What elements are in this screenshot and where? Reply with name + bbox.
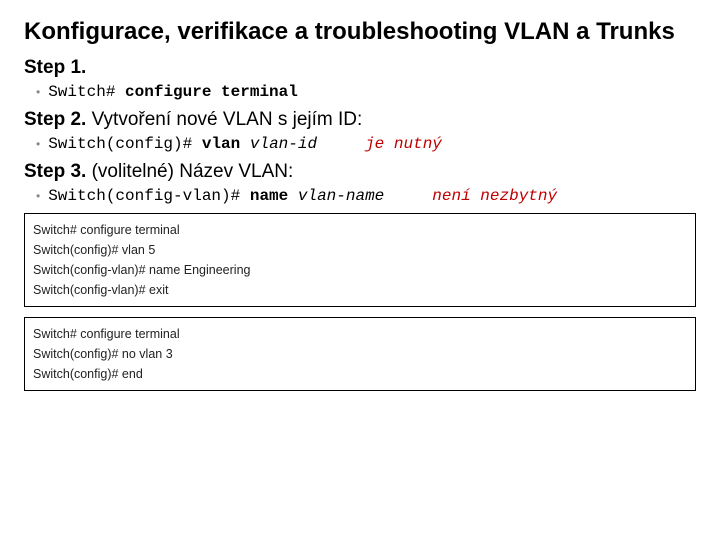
step-1-command-row: • Switch# configure terminal bbox=[36, 83, 696, 101]
step-1-label: Step 1. bbox=[24, 57, 86, 78]
example-box-2: Switch# configure terminal Switch(config… bbox=[24, 317, 696, 391]
cmd3-cmd: name bbox=[250, 187, 288, 205]
example-2-line-1: Switch# configure terminal bbox=[33, 324, 687, 344]
cmd2-arg: vlan-id bbox=[250, 135, 317, 153]
step-2-label: Step 2. bbox=[24, 109, 86, 130]
example-2-line-2: Switch(config)# no vlan 3 bbox=[33, 344, 687, 364]
step-3-command-row: • Switch(config-vlan)# name vlan-name ne… bbox=[36, 187, 696, 205]
slide-title: Konfigurace, verifikace a troubleshootin… bbox=[24, 18, 696, 47]
cmd1-cmd: configure terminal bbox=[125, 83, 298, 101]
step-3-note: není nezbytný bbox=[432, 187, 557, 205]
step-1-heading: Step 1. bbox=[24, 57, 696, 79]
step-2-command: Switch(config)# vlan vlan-id bbox=[48, 135, 317, 153]
cmd3-arg: vlan-name bbox=[298, 187, 384, 205]
example-box-1: Switch# configure terminal Switch(config… bbox=[24, 213, 696, 307]
bullet-icon: • bbox=[36, 83, 40, 101]
step-3-command: Switch(config-vlan)# name vlan-name bbox=[48, 187, 384, 205]
bullet-icon: • bbox=[36, 187, 40, 205]
slide-content: Konfigurace, verifikace a troubleshootin… bbox=[0, 0, 720, 205]
example-1-line-1: Switch# configure terminal bbox=[33, 220, 687, 240]
example-1-line-2: Switch(config)# vlan 5 bbox=[33, 240, 687, 260]
step-2-rest: Vytvoření nové VLAN s jejím ID: bbox=[86, 109, 362, 130]
step-1-command: Switch# configure terminal bbox=[48, 83, 298, 101]
cmd1-prompt: Switch# bbox=[48, 83, 115, 101]
cmd3-prompt: Switch(config-vlan)# bbox=[48, 187, 240, 205]
step-3-rest: (volitelné) Název VLAN: bbox=[86, 161, 293, 182]
example-1-line-4: Switch(config-vlan)# exit bbox=[33, 280, 687, 300]
step-3-label: Step 3. bbox=[24, 161, 86, 182]
step-3-heading: Step 3. (volitelné) Název VLAN: bbox=[24, 161, 696, 183]
step-2-note: je nutný bbox=[365, 135, 442, 153]
step-2-heading: Step 2. Vytvoření nové VLAN s jejím ID: bbox=[24, 109, 696, 131]
step-2-command-row: • Switch(config)# vlan vlan-id je nutný bbox=[36, 135, 696, 153]
cmd2-prompt: Switch(config)# bbox=[48, 135, 192, 153]
example-2-line-3: Switch(config)# end bbox=[33, 364, 687, 384]
example-1-line-3: Switch(config-vlan)# name Engineering bbox=[33, 260, 687, 280]
bullet-icon: • bbox=[36, 135, 40, 153]
cmd2-cmd: vlan bbox=[202, 135, 240, 153]
